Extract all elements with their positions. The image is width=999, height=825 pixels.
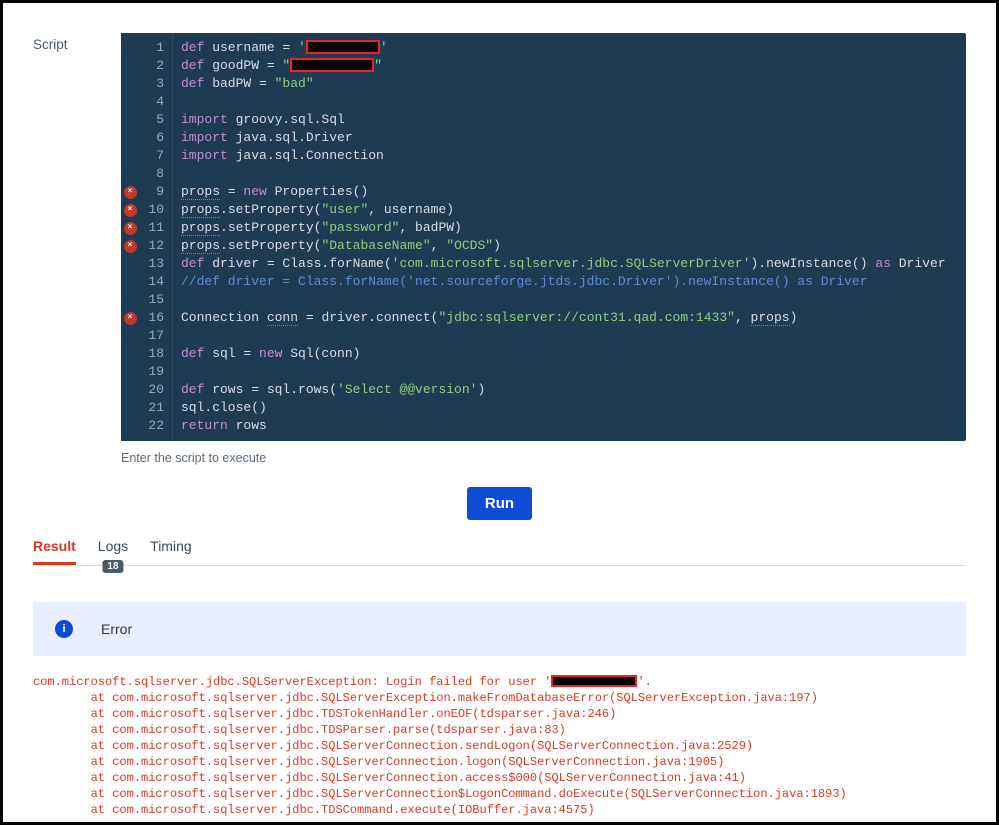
code-line[interactable]: import java.sql.Connection bbox=[181, 147, 958, 165]
error-marker-icon[interactable]: × bbox=[124, 186, 137, 199]
script-helper-text: Enter the script to execute bbox=[121, 451, 966, 465]
editor-code-area[interactable]: def username = ''def goodPW = ""def badP… bbox=[173, 33, 966, 441]
stack-frame: at com.microsoft.sqlserver.jdbc.SQLServe… bbox=[33, 786, 966, 802]
error-marker-icon[interactable]: × bbox=[124, 204, 137, 217]
code-editor[interactable]: × × × × × 1234567891011121314151617181920212… bbox=[121, 33, 966, 441]
redacted-value bbox=[306, 40, 380, 54]
code-line[interactable]: import groovy.sql.Sql bbox=[181, 111, 958, 129]
stack-frame: at com.microsoft.sqlserver.jdbc.SQLServe… bbox=[33, 738, 966, 754]
script-label: Script bbox=[33, 33, 121, 52]
logs-count-badge: 18 bbox=[102, 560, 123, 573]
code-line[interactable]: props.setProperty("DatabaseName", "OCDS"… bbox=[181, 237, 958, 255]
error-marker-icon[interactable]: × bbox=[124, 312, 137, 325]
code-line[interactable]: def sql = new Sql(conn) bbox=[181, 345, 958, 363]
code-line[interactable]: props.setProperty("user", username) bbox=[181, 201, 958, 219]
stack-frame: at com.microsoft.sqlserver.jdbc.SQLServe… bbox=[33, 770, 966, 786]
code-line[interactable] bbox=[181, 291, 958, 309]
stack-frame: at com.microsoft.sqlserver.jdbc.SQLServe… bbox=[33, 690, 966, 706]
result-tabs: Result Logs 18 Timing bbox=[33, 538, 966, 566]
redacted-value bbox=[551, 675, 637, 687]
code-line[interactable] bbox=[181, 165, 958, 183]
code-line[interactable]: import java.sql.Driver bbox=[181, 129, 958, 147]
error-banner-text: Error bbox=[101, 621, 132, 637]
code-line[interactable]: sql.close() bbox=[181, 399, 958, 417]
code-line[interactable]: Connection conn = driver.connect("jdbc:s… bbox=[181, 309, 958, 327]
stack-trace: com.microsoft.sqlserver.jdbc.SQLServerEx… bbox=[33, 674, 966, 818]
error-marker-icon[interactable]: × bbox=[124, 240, 137, 253]
tab-logs[interactable]: Logs 18 bbox=[98, 538, 128, 562]
editor-gutter-markers: × × × × × bbox=[121, 33, 139, 441]
error-marker-icon[interactable]: × bbox=[124, 222, 137, 235]
stack-frame: at com.microsoft.sqlserver.jdbc.TDSToken… bbox=[33, 706, 966, 722]
stack-frame: at com.microsoft.sqlserver.jdbc.TDSParse… bbox=[33, 722, 966, 738]
code-line[interactable] bbox=[181, 363, 958, 381]
tab-logs-label: Logs bbox=[98, 538, 128, 554]
editor-line-numbers: 12345678910111213141516171819202122 bbox=[139, 33, 173, 441]
code-line[interactable]: props = new Properties() bbox=[181, 183, 958, 201]
code-line[interactable] bbox=[181, 327, 958, 345]
code-line[interactable]: return rows bbox=[181, 417, 958, 435]
run-button[interactable]: Run bbox=[467, 487, 532, 520]
error-banner: i Error bbox=[33, 602, 966, 656]
code-line[interactable]: def driver = Class.forName('com.microsof… bbox=[181, 255, 958, 273]
code-line[interactable]: def goodPW = "" bbox=[181, 57, 958, 75]
code-line[interactable] bbox=[181, 93, 958, 111]
code-line[interactable]: //def driver = Class.forName('net.source… bbox=[181, 273, 958, 291]
stack-frame: at com.microsoft.sqlserver.jdbc.SQLServe… bbox=[33, 754, 966, 770]
redacted-value bbox=[290, 58, 374, 72]
code-line[interactable]: def username = '' bbox=[181, 39, 958, 57]
code-line[interactable]: def badPW = "bad" bbox=[181, 75, 958, 93]
tab-timing[interactable]: Timing bbox=[150, 538, 192, 562]
code-line[interactable]: def rows = sql.rows('Select @@version') bbox=[181, 381, 958, 399]
stack-frame: at com.microsoft.sqlserver.jdbc.TDSComma… bbox=[33, 802, 966, 818]
code-line[interactable]: props.setProperty("password", badPW) bbox=[181, 219, 958, 237]
tab-result[interactable]: Result bbox=[33, 538, 76, 565]
info-icon: i bbox=[55, 620, 73, 638]
